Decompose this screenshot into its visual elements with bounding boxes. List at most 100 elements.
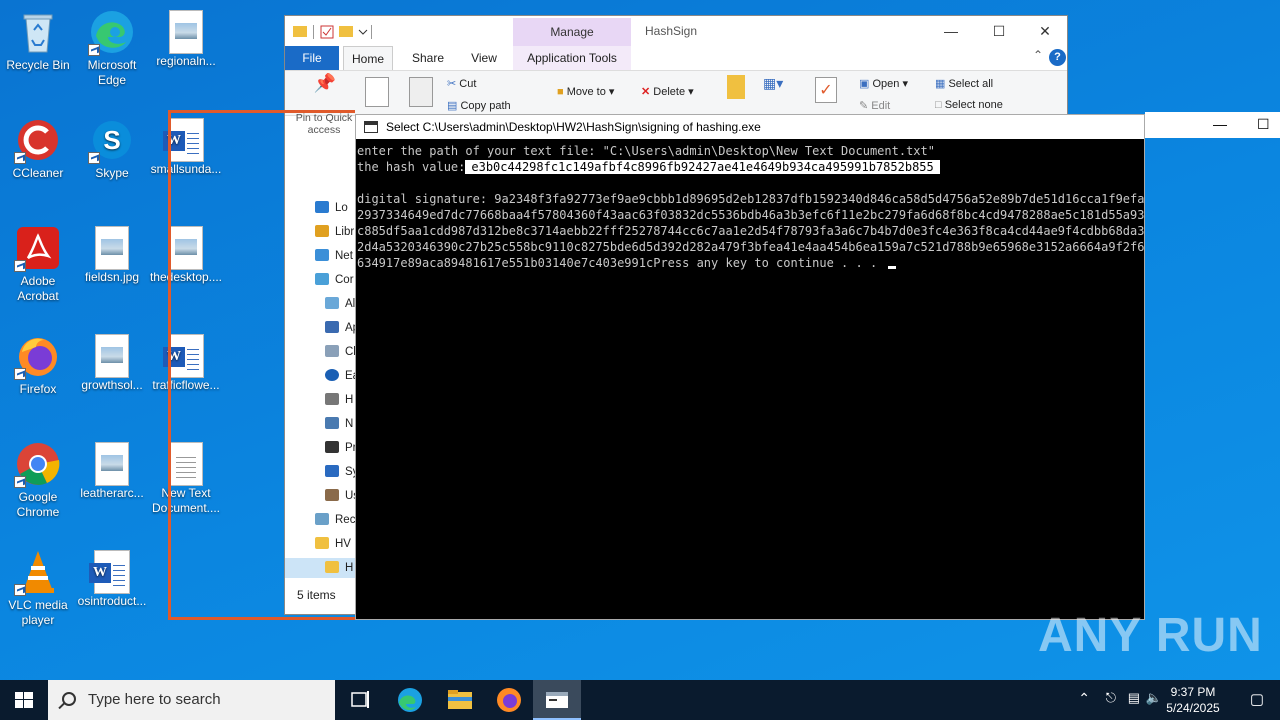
recycle-bin-icon	[14, 8, 62, 56]
word-file-icon: W	[163, 334, 204, 378]
skype-shortcut[interactable]: S Skype	[74, 116, 150, 181]
explorer-titlebar[interactable]: Manage HashSign — ☐ ✕	[285, 16, 1067, 46]
nav-item[interactable]: Sy	[325, 462, 358, 482]
word-file-icon: W	[163, 118, 204, 162]
taskbar-edge[interactable]	[386, 680, 434, 720]
pin-quick-access-label: Pin to Quick access	[295, 112, 353, 136]
console-output[interactable]: enter the path of your text file: "C:\Us…	[356, 139, 1144, 619]
properties-stack-icon[interactable]: ▦▾	[763, 75, 783, 92]
clock-time: 9:37 PM	[1170, 685, 1216, 699]
paste-icon[interactable]	[409, 77, 433, 107]
firefox-shortcut[interactable]: Firefox	[0, 332, 76, 397]
folder-icon	[315, 201, 329, 213]
taskbar-search-box[interactable]: Type here to search	[48, 680, 335, 720]
nav-item[interactable]: Lo	[315, 198, 348, 218]
chrome-shortcut[interactable]: Google Chrome	[0, 440, 76, 520]
taskbar-console[interactable]	[533, 680, 581, 720]
select-none-button[interactable]: □ Select none	[935, 99, 1003, 111]
signature-line: 2937334649ed7dc77668baa4f57804360f43aac6…	[357, 208, 1144, 222]
file-new-text-document[interactable]: New Text Document....	[148, 440, 224, 516]
tab-file[interactable]: File	[285, 46, 339, 70]
nav-item[interactable]: Ap	[325, 318, 359, 338]
copy-icon[interactable]	[365, 77, 389, 107]
delete-button[interactable]: ✕ Delete ▾	[641, 85, 694, 98]
file-fieldsn[interactable]: fieldsn.jpg	[74, 224, 150, 285]
taskbar-file-explorer[interactable]	[436, 680, 484, 720]
file-smallsunda[interactable]: W smallsunda...	[148, 116, 224, 177]
nav-item[interactable]: Cor	[315, 270, 354, 290]
clock[interactable]: 9:37 PM 5/24/2025	[1158, 684, 1228, 716]
nav-item[interactable]: Al	[325, 294, 355, 314]
pin-quick-access-button[interactable]: 📌	[293, 73, 357, 94]
quick-access-toolbar-icons[interactable]	[293, 24, 373, 40]
tab-application-tools[interactable]: Application Tools	[513, 46, 631, 70]
nav-item[interactable]: Cl	[325, 342, 356, 362]
taskbar-firefox[interactable]	[485, 680, 533, 720]
network-icon[interactable]: ▤	[1128, 690, 1140, 706]
delete-x-icon: ✕	[641, 86, 651, 98]
properties-check-icon[interactable]: ✓	[815, 77, 837, 103]
tab-view[interactable]: View	[459, 46, 509, 70]
chevron-up-icon[interactable]: ⌃	[1078, 690, 1090, 707]
maximize-button[interactable]: ☐	[979, 20, 1019, 42]
vlc-shortcut[interactable]: VLC media player	[0, 548, 76, 628]
edge-icon	[398, 688, 422, 712]
open-button[interactable]: ▣ Open ▾	[859, 77, 908, 90]
file-thedesktop[interactable]: thedesktop....	[148, 224, 224, 285]
nav-item[interactable]: Libr	[315, 222, 354, 242]
nav-item[interactable]: Rec	[315, 510, 355, 530]
nav-item[interactable]: Us	[325, 486, 359, 506]
console-icon	[546, 692, 568, 708]
new-folder-icon[interactable]	[727, 75, 745, 99]
desktop: Recycle Bin CCleaner Adobe Acrobat Firef…	[0, 0, 1280, 680]
help-icon[interactable]: ?	[1049, 49, 1066, 66]
signature-last-line: 634917e89aca89481617e551b03140e7c403e991…	[357, 255, 1144, 271]
file-regionaln[interactable]: regionaln...	[148, 8, 224, 69]
ribbon-tabs: File Home Share View Application Tools ⌃…	[285, 46, 1067, 70]
cut-button[interactable]: ✂ Cut	[447, 77, 476, 90]
pin-icon: 📌	[313, 73, 337, 93]
console-hash-line: the hash value: e3b0c44298fc1c149afbf4c89…	[357, 159, 1144, 175]
recycle-bin-shortcut[interactable]: Recycle Bin	[0, 8, 76, 73]
nav-item[interactable]: Net	[315, 246, 353, 266]
nav-item[interactable]: HV	[315, 534, 351, 554]
tab-share[interactable]: Share	[403, 46, 453, 70]
explorer-title: HashSign	[645, 24, 698, 38]
console-window-controls[interactable]: — ☐	[1145, 112, 1280, 138]
collapse-ribbon-icon[interactable]: ⌃	[1033, 48, 1043, 62]
file-trafficflowe[interactable]: W trafficflowe...	[148, 332, 224, 393]
file-growthsol[interactable]: growthsol...	[74, 332, 150, 393]
console-titlebar[interactable]: Select C:\Users\admin\Desktop\HW2\HashSi…	[356, 115, 1144, 139]
console-window[interactable]: Select C:\Users\admin\Desktop\HW2\HashSi…	[355, 114, 1145, 620]
folder-move-icon: ■	[557, 86, 564, 98]
edit-button[interactable]: ✎ Edit	[859, 99, 890, 112]
maximize-button[interactable]: ☐	[1257, 116, 1270, 133]
file-osintroduct[interactable]: W osintroduct...	[74, 548, 150, 609]
start-button[interactable]	[0, 680, 48, 720]
usb-device-icon[interactable]: ⎋	[1106, 690, 1116, 706]
file-leatherarc[interactable]: leatherarc...	[74, 440, 150, 501]
manage-contextual-tab[interactable]: Manage	[513, 18, 631, 46]
minimize-button[interactable]: —	[931, 20, 971, 42]
move-to-button[interactable]: ■ Move to ▾	[557, 85, 614, 98]
programs-icon	[325, 441, 339, 453]
skype-icon: S	[88, 116, 136, 164]
chrome-icon	[14, 440, 62, 488]
nav-item[interactable]: Ea	[325, 366, 359, 386]
nav-item[interactable]: H	[325, 390, 353, 410]
edge-shortcut[interactable]: Microsoft Edge	[74, 8, 150, 88]
ccleaner-shortcut[interactable]: CCleaner	[0, 116, 76, 181]
select-none-icon: □	[935, 99, 942, 111]
minimize-button[interactable]: —	[1213, 116, 1227, 132]
select-all-button[interactable]: ▦ Select all	[935, 77, 993, 90]
adobe-acrobat-shortcut[interactable]: Adobe Acrobat	[0, 224, 76, 304]
copy-path-button[interactable]: ▤ Copy path	[447, 99, 511, 112]
nav-item[interactable]: Pr	[325, 438, 357, 458]
close-button[interactable]: ✕	[1025, 20, 1065, 42]
task-view-button[interactable]	[336, 680, 384, 720]
notification-icon[interactable]: ▢	[1250, 690, 1264, 708]
nav-item-selected[interactable]: H	[285, 558, 357, 578]
nav-item[interactable]: N	[325, 414, 353, 434]
control-panel-icon	[315, 273, 329, 285]
tab-home[interactable]: Home	[343, 46, 393, 70]
